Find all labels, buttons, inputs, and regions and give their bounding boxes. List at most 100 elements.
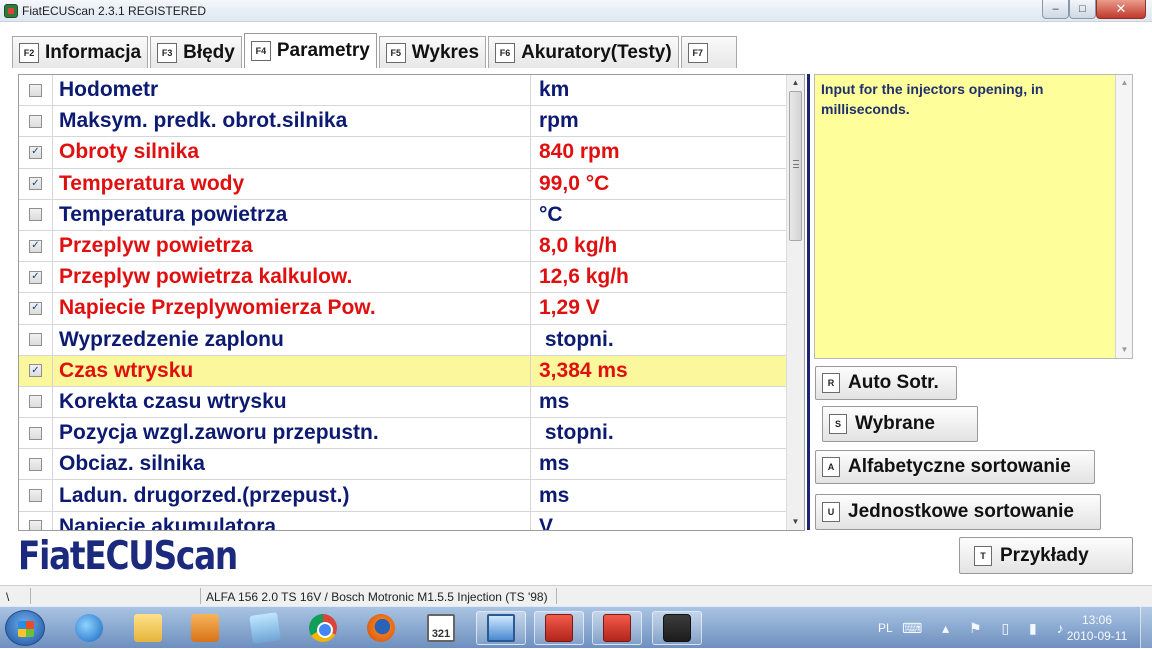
clock[interactable]: 13:06 2010-09-11 — [1060, 612, 1134, 644]
table-row[interactable]: Ladun. drugorzed.(przepust.) ms — [19, 480, 787, 512]
table-row[interactable]: Obciaz. silnika ms — [19, 449, 787, 481]
parameter-checkbox[interactable] — [29, 457, 42, 471]
table-row[interactable]: Maksym. predk. obrot.silnika rpm — [19, 106, 787, 138]
parameter-description: Input for the injectors opening, in mill… — [814, 74, 1133, 359]
internet-explorer-icon[interactable] — [64, 611, 114, 645]
parameter-value: rpm — [539, 109, 579, 133]
checkbox-cell — [19, 480, 53, 511]
chrome-icon[interactable] — [298, 611, 348, 645]
table-row[interactable]: ✓ Temperatura wody 99,0 °C — [19, 168, 787, 200]
app-icon — [4, 4, 18, 18]
scroll-thumb[interactable] — [789, 91, 802, 241]
auto-sort-button[interactable]: R Auto Sotr. — [815, 366, 957, 400]
checkbox-cell — [19, 199, 53, 230]
media-player-icon[interactable] — [180, 611, 230, 645]
description-scrollbar[interactable]: ▲ ▼ — [1115, 75, 1132, 358]
monitor-glyph — [487, 614, 515, 642]
alphabetical-sort-button[interactable]: A Alfabetyczne sortowanie — [815, 450, 1095, 484]
status-left: \ — [6, 590, 10, 604]
pictures-icon[interactable] — [240, 611, 290, 645]
scroll-up-icon[interactable]: ▲ — [1119, 78, 1130, 88]
divider — [30, 588, 31, 604]
parameter-checkbox[interactable] — [29, 114, 42, 128]
parameter-checkbox[interactable]: ✓ — [29, 364, 42, 378]
toolbox-icon[interactable] — [534, 611, 584, 645]
table-row[interactable]: ✓ Przeplyw powietrza 8,0 kg/h — [19, 230, 787, 263]
close-button[interactable]: ✕ — [1096, 0, 1146, 19]
fkey-badge: F5 — [385, 42, 406, 63]
parameter-name: Korekta czasu wtrysku — [53, 386, 531, 418]
examples-button[interactable]: T Przykłady — [959, 537, 1133, 574]
scroll-down-icon[interactable]: ▼ — [790, 517, 801, 527]
hotkey-badge: R — [822, 373, 840, 393]
parameter-value: stopni. — [539, 327, 614, 351]
table-row[interactable]: Napiecie akumulatora V — [19, 511, 787, 530]
parameter-checkbox[interactable] — [29, 426, 42, 440]
parameter-checkbox[interactable] — [29, 489, 42, 503]
parameter-checkbox[interactable]: ✓ — [29, 270, 42, 284]
table-scrollbar[interactable]: ▲ ▼ — [786, 75, 804, 530]
show-desktop-button[interactable] — [1140, 607, 1152, 649]
parameter-name: Napiecie Przeplywomierza Pow. — [53, 293, 531, 324]
parameter-checkbox[interactable]: ✓ — [29, 177, 42, 191]
button-label: Przykłady — [1000, 544, 1089, 566]
table-row[interactable]: ✓ Przeplyw powietrza kalkulow. 12,6 kg/h — [19, 262, 787, 294]
monitor-icon[interactable] — [476, 611, 526, 645]
tab-akuratory[interactable]: F6 Akuratory(Testy) — [488, 36, 679, 68]
tab-f7[interactable]: F7 — [680, 36, 737, 68]
table-row[interactable]: ✓ Obroty silnika 840 rpm — [19, 137, 787, 169]
scroll-up-icon[interactable]: ▲ — [790, 78, 801, 88]
tab-label: Parametry — [276, 40, 370, 61]
table-row[interactable]: Hodometr km — [19, 75, 787, 107]
parameter-value: stopni. — [539, 421, 614, 445]
tab-wykres[interactable]: F5 Wykres — [378, 36, 487, 68]
tab-informacja[interactable]: F2 Informacja — [12, 36, 149, 68]
fkey-badge: F2 — [19, 42, 39, 63]
checkbox-cell: ✓ — [19, 355, 53, 386]
firefox-icon[interactable] — [356, 611, 406, 645]
tab-label: Informacja — [45, 41, 142, 63]
tab-parametry[interactable]: F4 Parametry — [243, 33, 377, 68]
button-label: Wybrane — [855, 413, 935, 434]
parameter-name: Napiecie akumulatora — [53, 511, 531, 530]
parameter-checkbox[interactable] — [29, 208, 42, 222]
fiat-ecuscan-icon[interactable] — [652, 611, 702, 645]
tab-label: Wykres — [411, 41, 480, 63]
calendar-icon[interactable]: 321 — [416, 611, 466, 645]
parameter-checkbox[interactable]: ✓ — [29, 145, 42, 159]
scroll-down-icon[interactable]: ▼ — [1119, 345, 1130, 355]
window-title: FiatECUScan 2.3.1 REGISTERED — [22, 4, 207, 18]
parameter-checkbox[interactable] — [29, 520, 42, 530]
parameter-value: 3,384 ms — [539, 358, 628, 382]
minimize-button[interactable]: – — [1042, 0, 1069, 19]
table-row[interactable]: Temperatura powietrza °C — [19, 199, 787, 231]
language-indicator[interactable]: PL — [878, 621, 893, 635]
table-row[interactable]: ✓ Napiecie Przeplywomierza Pow. 1,29 V — [19, 293, 787, 325]
file-explorer-icon[interactable] — [123, 611, 173, 645]
parameter-checkbox[interactable]: ✓ — [29, 301, 42, 315]
tab-bledy[interactable]: F3 Błędy — [150, 36, 242, 68]
parameter-checkbox[interactable] — [29, 333, 42, 347]
maximize-button[interactable]: □ — [1069, 0, 1096, 19]
parameter-value: 840 rpm — [539, 140, 620, 164]
table-row[interactable]: Wyprzedzenie zaplonu stopni. — [19, 324, 787, 356]
table-row[interactable]: Pozycja wzgl.zaworu przepustn. stopni. — [19, 418, 787, 450]
unit-sort-button[interactable]: U Jednostkowe sortowanie — [815, 494, 1101, 530]
panel-splitter[interactable] — [807, 74, 810, 530]
parameter-checkbox[interactable] — [29, 395, 42, 409]
firefox-glyph — [367, 614, 395, 642]
parameter-checkbox[interactable] — [29, 83, 42, 97]
fkey-badge: F7 — [687, 42, 708, 63]
table-row[interactable]: ✓ Czas wtrysku 3,384 ms — [19, 355, 787, 387]
checkbox-cell — [19, 418, 53, 449]
selected-filter-button[interactable]: S Wybrane — [822, 406, 978, 442]
start-button[interactable] — [5, 610, 45, 646]
parameter-name: Hodometr — [53, 75, 531, 106]
parameter-value: °C — [539, 202, 563, 226]
table-row[interactable]: Korekta czasu wtrysku ms — [19, 386, 787, 419]
system-tray-icons[interactable]: ⌨ ▴ ⚑ ▯ ▮ ♪ — [902, 620, 1072, 637]
parameter-checkbox[interactable]: ✓ — [29, 239, 42, 253]
parameter-name: Temperatura wody — [53, 168, 531, 199]
brand-logo: FiatECUScan — [18, 534, 238, 579]
toolbox-icon[interactable] — [592, 611, 642, 645]
